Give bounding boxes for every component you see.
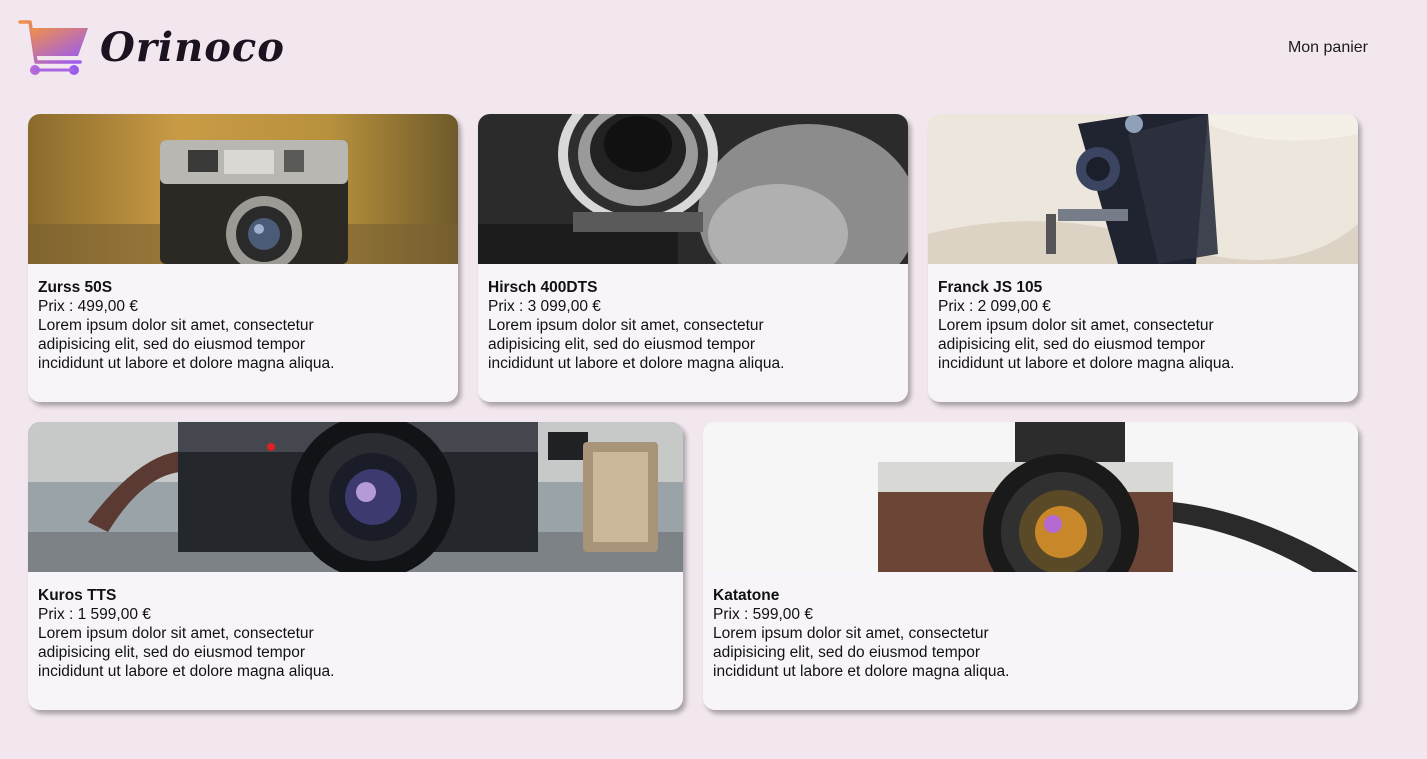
product-card[interactable]: Kuros TTS Prix : 1 599,00 € Lorem ipsum …	[28, 422, 683, 710]
product-image	[28, 422, 683, 572]
product-price: Prix : 2 099,00 €	[938, 298, 1051, 315]
product-card[interactable]: Zurss 50S Prix : 499,00 € Lorem ipsum do…	[28, 114, 458, 402]
brand-name: Orinoco	[100, 24, 285, 71]
product-name: Katatone	[713, 587, 780, 604]
site-header: Orinoco Mon panier	[0, 0, 1427, 96]
product-description: Lorem ipsum dolor sit amet, consectetur …	[38, 317, 335, 372]
product-name: Franck JS 105	[938, 279, 1043, 296]
product-image	[703, 422, 1358, 572]
product-image	[478, 114, 908, 264]
product-price: Prix : 1 599,00 €	[38, 606, 151, 623]
product-image	[928, 114, 1358, 264]
shopping-cart-icon	[18, 20, 88, 75]
product-price: Prix : 3 099,00 €	[488, 298, 601, 315]
product-price: Prix : 499,00 €	[38, 298, 138, 315]
product-card[interactable]: Katatone Prix : 599,00 € Lorem ipsum dol…	[703, 422, 1358, 710]
product-price: Prix : 599,00 €	[713, 606, 813, 623]
product-name: Zurss 50S	[38, 279, 113, 296]
product-name: Kuros TTS	[38, 587, 117, 604]
home-logo-link[interactable]: Orinoco	[18, 18, 285, 78]
product-image	[28, 114, 458, 264]
product-name: Hirsch 400DTS	[488, 279, 598, 296]
product-description: Lorem ipsum dolor sit amet, consectetur …	[713, 625, 1010, 680]
product-card[interactable]: Franck JS 105 Prix : 2 099,00 € Lorem ip…	[928, 114, 1358, 402]
product-description: Lorem ipsum dolor sit amet, consectetur …	[38, 625, 335, 680]
product-card[interactable]: Hirsch 400DTS Prix : 3 099,00 € Lorem ip…	[478, 114, 908, 402]
cart-link[interactable]: Mon panier	[1288, 39, 1368, 57]
product-description: Lorem ipsum dolor sit amet, consectetur …	[938, 317, 1235, 372]
product-description: Lorem ipsum dolor sit amet, consectetur …	[488, 317, 785, 372]
